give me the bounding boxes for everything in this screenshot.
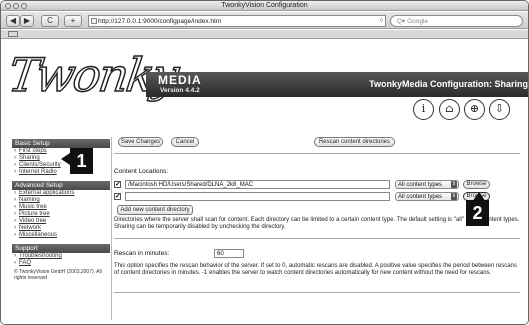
chevron-updown-icon: ⇕	[451, 193, 457, 200]
sidebar-divider	[111, 137, 112, 320]
location-2-checkbox[interactable]: ✓	[114, 193, 121, 200]
rss-icon[interactable]: ◊	[380, 16, 383, 26]
sidebar-item-external-applications[interactable]: External applications	[12, 190, 110, 197]
callout-1: 1	[70, 148, 93, 174]
divider	[114, 238, 520, 239]
title-bar: TwonkyVision Configuration	[1, 1, 528, 11]
web-page: Twonky MEDIA Version 4.4.2 TwonkyMedia C…	[1, 40, 528, 324]
address-bar-url: http://127.0.0.1:9000/configpage/index.h…	[98, 18, 222, 25]
forward-button[interactable]: ▶	[20, 15, 34, 27]
sidebar-item-faq[interactable]: FAQ	[12, 260, 110, 267]
page-title: TwonkyMedia Configuration: Sharing	[369, 79, 528, 89]
shop-icon[interactable]: ⊕	[464, 99, 485, 120]
media-label: MEDIA	[158, 73, 202, 87]
sidebar-item-troubleshooting[interactable]: Troubleshooting	[12, 253, 110, 260]
search-field[interactable]: Q▾ Google	[390, 15, 523, 27]
sidebar-item-miscellaneous[interactable]: Miscellaneous	[12, 232, 110, 239]
rescan-minutes-label: Rescan in minutes:	[114, 250, 170, 257]
chevron-updown-icon: ⇕	[451, 181, 457, 188]
sidebar-item-music-tree[interactable]: Music tree	[12, 204, 110, 211]
download-icon[interactable]: ⇩	[489, 99, 510, 120]
sharing-panel: Save Changes Cancel Rescan content direc…	[114, 136, 522, 320]
home-icon[interactable]: ⌂	[439, 99, 460, 120]
sidebar-item-network[interactable]: Network	[12, 225, 110, 232]
rescan-help-text: This option specifies the rescan behavio…	[114, 263, 517, 276]
location-1-type-select[interactable]: All content types ⇕	[395, 180, 459, 189]
rescan-minutes-input[interactable]: 60	[214, 249, 244, 258]
add-bookmark-button[interactable]: +	[64, 15, 82, 27]
browser-window: TwonkyVision Configuration ◀ ▶ C + http:…	[0, 0, 529, 325]
address-bar[interactable]: http://127.0.0.1:9000/configpage/index.h…	[88, 15, 386, 27]
content-locations-label: Content Locations:	[114, 168, 169, 175]
page-header: Twonky MEDIA Version 4.4.2 TwonkyMedia C…	[1, 40, 528, 120]
callout-2-pointer	[472, 192, 486, 202]
location-1-checkbox[interactable]: ✓	[114, 181, 121, 188]
reload-button[interactable]: C	[41, 15, 59, 27]
info-icon[interactable]: i	[413, 99, 434, 120]
version-label: Version 4.4.2	[160, 87, 200, 94]
copyright-text: © TwonkyVision GmbH (2003,2007). All rig…	[14, 269, 102, 281]
directories-help-text: Directories where the server shall scan …	[114, 217, 520, 230]
cancel-button[interactable]: Cancel	[171, 137, 199, 147]
location-2-path-field[interactable]	[125, 192, 390, 201]
back-button[interactable]: ◀	[6, 15, 20, 27]
sidebar-heading-basic: Basic Setup	[12, 139, 110, 148]
sidebar-item-naming[interactable]: Naming	[12, 197, 110, 204]
bookmarks-bar	[1, 30, 528, 39]
location-1-browse-button[interactable]: Browse	[463, 180, 490, 189]
sidebar-item-internet-radio[interactable]: Internet Radio	[12, 169, 110, 176]
divider	[114, 153, 520, 154]
sidebar-item-picture-tree[interactable]: Picture tree	[12, 211, 110, 218]
location-1-type-value: All content types	[398, 182, 443, 188]
location-1-path-field[interactable]: /Macintosh HD/Users/Shared/DLNA_2k8_MAC	[125, 180, 390, 189]
header-band: MEDIA Version 4.4.2 TwonkyMedia Configur…	[146, 72, 528, 97]
bookmarks-icon[interactable]	[8, 31, 18, 37]
location-2-type-select[interactable]: All content types ⇕	[395, 192, 459, 201]
callout-2: 2	[466, 200, 489, 226]
sidebar-heading-support: Support	[12, 244, 110, 253]
location-2-type-value: All content types	[398, 194, 443, 200]
add-content-directory-button[interactable]: Add new content directory	[117, 205, 193, 215]
browser-toolbar: ◀ ▶ C + http://127.0.0.1:9000/configpage…	[1, 12, 528, 29]
divider	[114, 292, 520, 293]
window-title: TwonkyVision Configuration	[221, 2, 308, 9]
save-changes-button[interactable]: Save Changes	[118, 137, 163, 147]
callout-1-pointer	[61, 153, 70, 165]
page-icon	[91, 18, 97, 24]
sidebar-heading-advanced: Advanced Setup	[12, 181, 110, 190]
rescan-button[interactable]: Rescan content directories	[314, 137, 395, 147]
sidebar-item-video-tree[interactable]: Video tree	[12, 218, 110, 225]
